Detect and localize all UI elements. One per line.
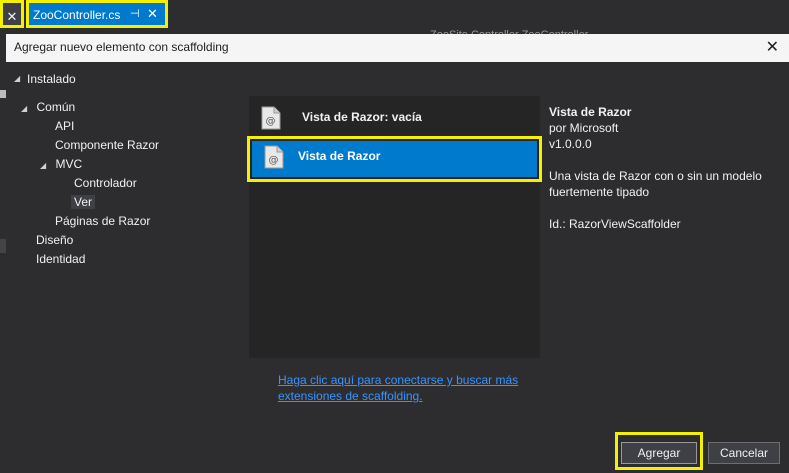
- template-list: @ Vista de Razor: vacía @ Vista de Razor: [247, 96, 542, 358]
- cancel-button[interactable]: Cancelar: [708, 442, 780, 464]
- add-scaffold-dialog: Agregar nuevo elemento con scaffolding ✕…: [6, 34, 789, 473]
- detail-version: v1.0.0.0: [549, 137, 592, 151]
- template-item-razor-view[interactable]: @ Vista de Razor: [247, 136, 542, 182]
- svg-text:@: @: [266, 116, 276, 127]
- link-text[interactable]: Haga clic aquí para conectarse y buscar …: [278, 372, 538, 388]
- dialog-footer: Agregar Cancelar: [6, 432, 789, 473]
- selection-highlight: [252, 141, 537, 177]
- detail-description: Una vista de Razor con o sin un modelo: [549, 169, 762, 183]
- tree-item-comun[interactable]: ◢ Común: [21, 98, 75, 116]
- add-button[interactable]: Agregar: [621, 442, 697, 464]
- close-icon[interactable]: ✕: [0, 0, 24, 28]
- detail-title: Vista de Razor: [549, 105, 632, 119]
- tree-item-label: Ver: [71, 195, 96, 209]
- tree-item-label: Controlador: [74, 176, 137, 190]
- tree-item-installed[interactable]: ◢ Instalado: [6, 70, 246, 90]
- online-extensions-link[interactable]: Haga clic aquí para conectarse y buscar …: [278, 372, 538, 404]
- pin-icon[interactable]: ⊣: [130, 7, 140, 20]
- collapse-triangle-icon[interactable]: ◢: [21, 100, 27, 118]
- template-label: Vista de Razor: [298, 149, 381, 163]
- template-item-razor-empty[interactable]: @ Vista de Razor: vacía: [249, 98, 540, 138]
- detail-author: por Microsoft: [549, 121, 619, 135]
- add-button-highlight: Agregar: [615, 432, 703, 470]
- tree-item-label: Componente Razor: [55, 138, 160, 152]
- tree-item-identidad[interactable]: Identidad: [36, 250, 85, 268]
- tab-title: ZooController.cs: [33, 8, 121, 22]
- tree-item-label: API: [55, 119, 75, 133]
- detail-id: Id.: RazorViewScaffolder: [549, 217, 681, 231]
- tree-item-label: MVC: [55, 157, 83, 171]
- razor-file-icon: @: [261, 106, 281, 130]
- dialog-title: Agregar nuevo elemento con scaffolding: [14, 40, 229, 54]
- collapse-triangle-icon[interactable]: ◢: [40, 157, 46, 175]
- tree-item-ver[interactable]: Ver: [71, 193, 96, 211]
- tree-item-label: Diseño: [36, 233, 74, 247]
- tree-item-label: Páginas de Razor: [55, 214, 151, 228]
- tree-item-controlador[interactable]: Controlador: [74, 174, 137, 192]
- tree-item-paginas-razor[interactable]: Páginas de Razor: [55, 212, 150, 230]
- tree-item-label: Común: [36, 100, 76, 114]
- template-label: Vista de Razor: vacía: [302, 110, 422, 124]
- razor-file-icon: @: [264, 145, 284, 169]
- detail-description: fuertemente tipado: [549, 185, 650, 199]
- template-details: Vista de Razor por Microsoft v1.0.0.0 Un…: [549, 104, 779, 232]
- tree-item-diseno[interactable]: Diseño: [36, 231, 73, 249]
- tree-item-api[interactable]: API: [55, 117, 74, 135]
- tree-item-mvc[interactable]: ◢ MVC: [40, 155, 82, 173]
- dialog-titlebar: Agregar nuevo elemento con scaffolding ✕: [6, 34, 789, 62]
- collapse-triangle-icon[interactable]: ◢: [14, 74, 20, 83]
- tree-item-componente-razor[interactable]: Componente Razor: [55, 136, 159, 154]
- tree-item-label: Identidad: [36, 252, 86, 266]
- installed-label: Instalado: [27, 72, 76, 86]
- ide-tab-strip: ✕ ZooController.cs ⊣ ✕ ZooSite.Controlle…: [0, 0, 789, 34]
- tab-zoocontroller[interactable]: ZooController.cs ⊣ ✕: [26, 0, 168, 28]
- background-tabs: ZooSite.Controller ZooController: [430, 24, 630, 34]
- close-icon[interactable]: ✕: [766, 37, 779, 57]
- tab-close-icon[interactable]: ✕: [147, 6, 158, 22]
- link-text[interactable]: extensiones de scaffolding.: [278, 388, 538, 404]
- svg-text:@: @: [269, 155, 279, 166]
